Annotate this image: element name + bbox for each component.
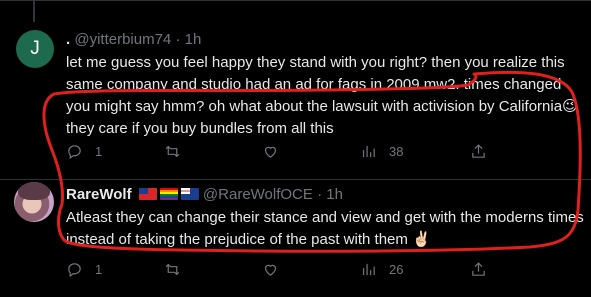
share-button[interactable]: [470, 259, 487, 279]
views-count: 26: [389, 261, 404, 277]
separator: ·: [317, 186, 323, 203]
reply-icon: [68, 262, 81, 277]
share-button[interactable]: [470, 141, 487, 161]
reply-count: 1: [95, 143, 103, 159]
like-button[interactable]: [262, 141, 279, 161]
tweet-body-continued: they care if you buy bundles from all th…: [66, 120, 334, 137]
like-button[interactable]: [262, 259, 279, 279]
rainbow-flag-icon: [159, 188, 178, 200]
views-button[interactable]: 26: [360, 259, 403, 279]
tweet-actions: 1 38: [66, 141, 591, 161]
reply-tweet-yitterbium74[interactable]: J . @yitterbium74 · 1h let me guess you …: [0, 0, 591, 180]
tweet-actions: 1 26: [66, 259, 591, 279]
reply-count: 1: [95, 261, 103, 277]
retweet-icon: [165, 145, 180, 157]
avatar[interactable]: J: [16, 30, 54, 68]
views-chart-icon: [362, 263, 375, 275]
reply-icon: [68, 144, 81, 159]
tweet-header: . @yitterbium74 · 1h: [66, 31, 201, 48]
avatar[interactable]: [14, 182, 54, 222]
timestamp[interactable]: 1h: [326, 186, 343, 203]
tweet-body: let me guess you feel happy they stand w…: [66, 54, 565, 115]
retweet-button[interactable]: [164, 141, 181, 161]
display-name[interactable]: RareWolf: [66, 186, 132, 203]
tweet-header: RareWolf @RareWolfOCE · 1h: [66, 186, 343, 203]
handle[interactable]: @RareWolfOCE: [203, 186, 313, 203]
reply-tweet-rarewolf[interactable]: RareWolf @RareWolfOCE · 1h Atleast they …: [0, 180, 591, 297]
handle[interactable]: @yitterbium74: [74, 31, 171, 48]
heart-icon: [264, 264, 277, 276]
avatar-initial: J: [30, 38, 40, 59]
views-chart-icon: [362, 145, 375, 157]
taiwan-flag-icon: [138, 188, 157, 200]
australia-flag-icon: [180, 188, 199, 200]
tweet-body: Atleast they can change their stance and…: [66, 209, 584, 248]
display-name[interactable]: .: [66, 31, 70, 48]
tweet-text: Atleast they can change their stance and…: [66, 207, 586, 251]
reply-button[interactable]: 1: [66, 141, 102, 161]
tweet-text: let me guess you feel happy they stand w…: [66, 52, 586, 140]
wink-emoji: 😉: [562, 98, 578, 115]
retweet-button[interactable]: [164, 259, 181, 279]
separator: ·: [175, 31, 181, 48]
reply-button[interactable]: 1: [66, 259, 102, 279]
views-button[interactable]: 38: [360, 141, 403, 161]
peace-sign-emoji: ✌🏻: [412, 231, 431, 248]
share-icon: [472, 261, 485, 276]
avatar-hair: [18, 182, 50, 200]
share-icon: [472, 143, 485, 158]
heart-icon: [264, 146, 277, 158]
views-count: 38: [389, 143, 404, 159]
retweet-icon: [165, 263, 180, 275]
timestamp[interactable]: 1h: [185, 31, 202, 48]
